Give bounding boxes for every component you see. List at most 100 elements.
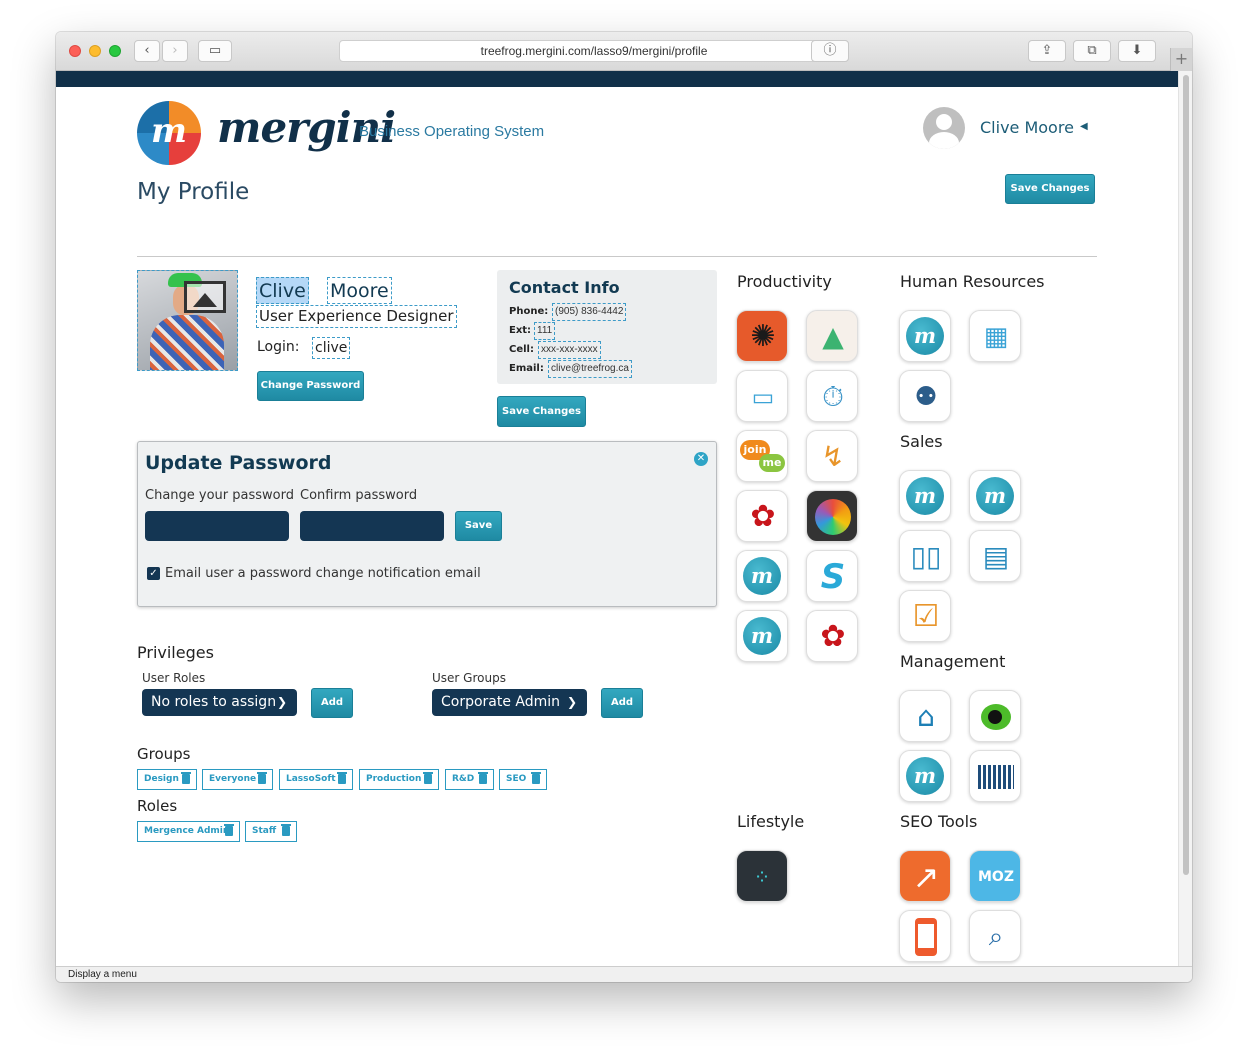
app-tile[interactable]: ✿ <box>736 490 788 542</box>
tagline: Business Operating System <box>359 123 545 140</box>
chevron-left-icon: ‹ <box>144 43 150 58</box>
app-tile[interactable]: ☑ <box>899 590 951 642</box>
tabs-overview-button[interactable]: ⧉ <box>1073 40 1111 62</box>
save-changes-button[interactable]: Save Changes <box>1005 174 1095 204</box>
app-tile[interactable]: ▲ <box>806 310 858 362</box>
vertical-scrollbar[interactable] <box>1178 71 1192 966</box>
app-tile[interactable]: ⁘ <box>736 850 788 902</box>
user-menu-name[interactable]: Clive Moore <box>980 118 1074 137</box>
caret-left-icon[interactable]: ◀ <box>1080 121 1088 132</box>
app-tile[interactable]: m <box>899 750 951 802</box>
app-tile[interactable]: ⌂ <box>899 690 951 742</box>
mergini-logo-icon[interactable]: m <box>137 101 201 165</box>
app-tile[interactable]: ↯ <box>806 430 858 482</box>
user-groups-select[interactable]: Corporate Admin ❯ <box>432 689 587 716</box>
group-chip-lassosoft[interactable]: LassoSoft <box>279 769 353 790</box>
user-roles-select[interactable]: No roles to assign ❯ <box>142 689 297 716</box>
green-eye-icon <box>981 704 1011 730</box>
app-tile[interactable]: S <box>806 550 858 602</box>
ext-field[interactable]: 111 <box>534 322 556 340</box>
update-password-title: Update Password <box>145 452 332 474</box>
app-tile[interactable]: ⏱ <box>806 370 858 422</box>
new-password-input[interactable] <box>145 511 289 541</box>
stopwatch-icon: ⏱ <box>822 380 844 413</box>
change-password-button[interactable]: Change Password <box>257 371 364 401</box>
group-chip-rnd[interactable]: R&D <box>445 769 494 790</box>
app-tile[interactable] <box>969 750 1021 802</box>
status-bar: Display a menu <box>56 966 1192 982</box>
app-tile[interactable] <box>806 490 858 542</box>
close-icon[interactable]: ✕ <box>694 452 708 466</box>
downloads-button[interactable]: ⬇ <box>1118 40 1156 62</box>
app-tile[interactable]: m <box>899 470 951 522</box>
back-button[interactable]: ‹ <box>134 40 160 62</box>
trash-icon[interactable] <box>531 772 541 784</box>
layout-icon: ▤ <box>982 540 1010 573</box>
group-chip-production[interactable]: Production <box>359 769 439 790</box>
login-field[interactable]: clive <box>312 337 351 359</box>
first-name-field[interactable]: Clive <box>256 277 309 304</box>
app-tile[interactable]: ↗ <box>899 850 951 902</box>
address-bar[interactable]: treefrog.mergini.com/lasso9/mergini/prof… <box>339 40 849 62</box>
trash-icon[interactable] <box>181 772 191 784</box>
email-field[interactable]: clive@treefrog.ca <box>548 360 632 378</box>
notify-checkbox[interactable]: ✓ <box>147 567 160 580</box>
group-chip-seo[interactable]: SEO <box>499 769 547 790</box>
app-tile[interactable]: MOZ <box>969 850 1021 902</box>
trash-icon[interactable] <box>281 824 291 836</box>
app-tile[interactable]: join me <box>736 430 788 482</box>
app-tile[interactable]: m <box>899 310 951 362</box>
sidebar-toggle-button[interactable]: ▭ <box>198 40 232 62</box>
last-name-field[interactable]: Moore <box>327 277 392 304</box>
image-icon[interactable] <box>184 281 226 313</box>
app-tile[interactable] <box>899 910 951 962</box>
app-tile[interactable]: ⚉ <box>899 370 951 422</box>
role-chip-staff[interactable]: Staff <box>245 821 297 842</box>
trash-icon[interactable] <box>337 772 347 784</box>
tabs-icon: ⧉ <box>1087 43 1097 58</box>
site-info-button[interactable]: ⓘ <box>811 40 849 62</box>
role-chip-mergence-admin[interactable]: Mergence Admin <box>137 821 240 842</box>
trash-icon[interactable] <box>423 772 433 784</box>
new-tab-button[interactable]: + <box>1170 48 1192 71</box>
app-tile[interactable]: m <box>969 470 1021 522</box>
confirm-password-input[interactable] <box>300 511 444 541</box>
phone-field[interactable]: (905) 836-4442 <box>552 303 627 321</box>
job-title-field[interactable]: User Experience Designer <box>256 305 457 328</box>
cell-field[interactable]: xxx-xxx-xxxx <box>538 341 601 359</box>
trash-icon[interactable] <box>478 772 488 784</box>
app-tile[interactable] <box>969 690 1021 742</box>
human-resources-title: Human Resources <box>900 272 1045 291</box>
app-tile[interactable]: ▤ <box>969 530 1021 582</box>
app-tile[interactable]: ✺ <box>736 310 788 362</box>
share-button[interactable]: ⇪ <box>1028 40 1066 62</box>
app-tile[interactable]: m <box>736 610 788 662</box>
open-book-icon: ▯▯ <box>910 540 942 573</box>
group-chip-everyone[interactable]: Everyone <box>202 769 273 790</box>
scrollbar-thumb[interactable] <box>1183 75 1189 875</box>
app-tile[interactable]: ▦ <box>969 310 1021 362</box>
paw-icon: ✿ <box>820 619 846 654</box>
title-bar: ‹ › ▭ treefrog.mergini.com/lasso9/mergin… <box>56 32 1192 71</box>
app-tile[interactable]: ⌕ <box>969 910 1021 962</box>
close-window-button[interactable] <box>69 45 81 57</box>
contact-save-changes-button[interactable]: Save Changes <box>497 396 586 427</box>
barcode-icon <box>978 765 1014 789</box>
app-tile[interactable]: m <box>736 550 788 602</box>
mountain-icon: ▲ <box>822 320 844 353</box>
page-title: My Profile <box>137 179 250 205</box>
forward-button[interactable]: › <box>162 40 188 62</box>
trash-icon[interactable] <box>257 772 267 784</box>
add-group-button[interactable]: Add <box>601 688 643 718</box>
app-tile[interactable]: ✿ <box>806 610 858 662</box>
app-tile[interactable]: ▯▯ <box>899 530 951 582</box>
zoom-window-button[interactable] <box>109 45 121 57</box>
save-password-button[interactable]: Save <box>455 511 502 541</box>
add-role-button[interactable]: Add <box>311 688 353 718</box>
avatar[interactable] <box>923 107 965 149</box>
group-chip-design[interactable]: Design <box>137 769 197 790</box>
minimize-window-button[interactable] <box>89 45 101 57</box>
app-tile[interactable]: ▭ <box>736 370 788 422</box>
trash-icon[interactable] <box>224 824 234 836</box>
profile-photo[interactable] <box>137 270 238 371</box>
